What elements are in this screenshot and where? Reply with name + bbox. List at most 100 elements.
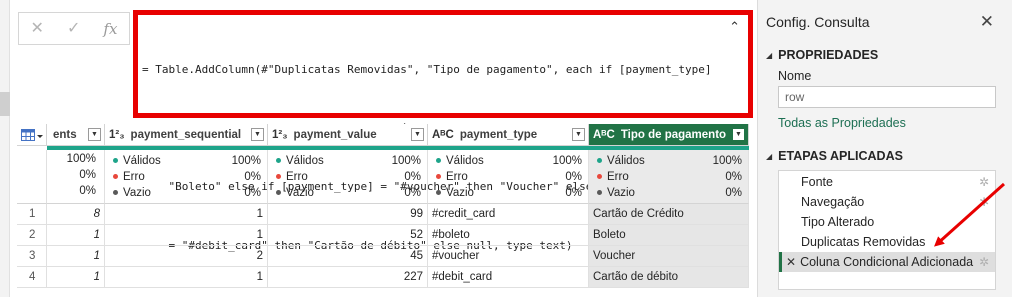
applied-step[interactable]: Navegação ✲ [779, 192, 995, 212]
quality-label: Vazio [446, 187, 474, 199]
quality-row: Vazio 0% [113, 185, 261, 201]
quality-label-group: Erro [276, 171, 308, 183]
quality-label-group: Vazio [276, 187, 314, 199]
chevron-up-icon[interactable]: ⌃ [729, 19, 740, 35]
column-name: payment_value [293, 128, 377, 141]
table-cell[interactable]: 99 [268, 204, 428, 225]
column-header[interactable]: ents ▼ [47, 124, 105, 146]
table-cell[interactable]: 8 [47, 204, 105, 225]
filter-dropdown-icon[interactable]: ▼ [732, 128, 745, 141]
formula-bar[interactable]: = Table.AddColumn(#"Duplicatas Removidas… [133, 10, 753, 252]
text-type-icon: AᴮC [432, 128, 454, 141]
column-quality: Válidos 100% Erro 0% Vazio 0% [428, 150, 589, 204]
quality-row: Erro 0% [436, 169, 582, 185]
row-number[interactable]: 2 [17, 225, 47, 246]
table-cell[interactable]: Cartão de Crédito [589, 204, 749, 225]
close-icon[interactable]: ✕ [980, 12, 994, 32]
all-properties-link[interactable]: Todas as Propriedades [778, 116, 906, 130]
navigator-handle[interactable] [0, 92, 10, 116]
quality-dot-icon [597, 190, 602, 196]
whole-number-icon: 1²₃ [272, 128, 288, 141]
table-cell[interactable]: #debit_card [428, 267, 589, 288]
properties-section-title[interactable]: ◢ PROPRIEDADES [766, 48, 878, 62]
gear-icon[interactable]: ✲ [979, 175, 989, 189]
column-header-selected[interactable]: AᴮC Tipo de pagamento ▼ [589, 124, 749, 146]
row-number[interactable]: 1 [17, 204, 47, 225]
column-header[interactable]: 1²₃ payment_value ▼ [268, 124, 428, 146]
table-cell[interactable]: #boleto [428, 225, 589, 246]
table-cell[interactable]: 1 [105, 204, 268, 225]
column-header[interactable]: 1²₃ payment_sequential ▼ [105, 124, 268, 146]
column-quality: Válidos 100% Erro 0% Vazio 0% [589, 150, 749, 204]
filter-dropdown-icon[interactable]: ▼ [411, 128, 424, 141]
quality-percent: 100% [231, 155, 261, 167]
table-cell[interactable]: 227 [268, 267, 428, 288]
table-cell[interactable]: 2 [105, 246, 268, 267]
quality-row: Vazio 0% [597, 185, 742, 201]
quality-dot-icon [436, 174, 441, 180]
check-icon[interactable]: ✓ [67, 20, 80, 37]
gear-icon[interactable]: ✲ [979, 255, 989, 269]
navigator-collapsed-strip[interactable] [0, 0, 10, 297]
table-cell[interactable]: 52 [268, 225, 428, 246]
quality-label-group: Válidos [436, 155, 484, 167]
table-cell[interactable]: 1 [105, 225, 268, 246]
collapse-triangle-icon: ◢ [766, 50, 773, 60]
query-name-input[interactable] [778, 86, 996, 108]
delete-step-icon[interactable]: ✕ [786, 255, 796, 269]
quality-dot-icon [113, 158, 118, 164]
table-cell[interactable]: Boleto [589, 225, 749, 246]
quality-label-group: Vazio [436, 187, 474, 199]
applied-step[interactable]: Fonte ✲ [779, 172, 995, 192]
quality-percent: 0% [565, 171, 582, 183]
table-cell[interactable]: #credit_card [428, 204, 589, 225]
table-cell[interactable]: 1 [47, 267, 105, 288]
quality-dot-icon [276, 158, 281, 164]
applied-steps-section-title[interactable]: ◢ ETAPAS APLICADAS [766, 149, 903, 163]
filter-dropdown-icon[interactable]: ▼ [88, 128, 101, 141]
row-number[interactable]: 4 [17, 267, 47, 288]
applied-step-label: Navegação [801, 195, 865, 209]
quality-label-group: Vazio [113, 187, 151, 199]
quality-label: Vazio [123, 187, 151, 199]
column-quality: Válidos 100% Erro 0% Vazio 0% [268, 150, 428, 204]
column-header[interactable]: AᴮC payment_type ▼ [428, 124, 589, 146]
quality-row: Válidos 100% [276, 153, 421, 169]
quality-label: Válidos [286, 155, 324, 167]
quality-dot-icon [276, 190, 281, 196]
quality-label-group: Válidos [597, 155, 645, 167]
quality-percent: 0% [244, 171, 261, 183]
table-cell[interactable]: 1 [105, 267, 268, 288]
applied-step[interactable]: ✕ Coluna Condicional Adicionada ✲ [779, 252, 995, 272]
applied-step-label: Tipo Alterado [801, 215, 875, 229]
table-cell[interactable]: Voucher [589, 246, 749, 267]
column-quality: Válidos 100% Erro 0% Vazio 0% [105, 150, 268, 204]
quality-percent: 0% [404, 171, 421, 183]
table-cell[interactable]: 1 [47, 225, 105, 246]
table-cell[interactable]: Cartão de débito [589, 267, 749, 288]
quality-dot-icon [436, 158, 441, 164]
table-cell[interactable]: 45 [268, 246, 428, 267]
quality-empty-pct: 0% [79, 185, 96, 197]
properties-title-text: PROPRIEDADES [778, 48, 879, 62]
row-number[interactable]: 3 [17, 246, 47, 267]
filter-dropdown-icon[interactable]: ▼ [251, 128, 264, 141]
close-icon[interactable]: ✕ [31, 20, 44, 37]
table-cell[interactable]: #voucher [428, 246, 589, 267]
applied-step[interactable]: Duplicatas Removidas [779, 232, 995, 252]
applied-step-label: Coluna Condicional Adicionada [800, 255, 974, 269]
fx-icon[interactable]: fx [103, 20, 117, 38]
quality-label: Válidos [123, 155, 161, 167]
gear-icon[interactable]: ✲ [979, 195, 989, 209]
quality-percent: 0% [725, 187, 742, 199]
table-menu-button[interactable] [17, 124, 47, 146]
quality-label: Erro [286, 171, 308, 183]
filter-dropdown-icon[interactable]: ▼ [572, 128, 585, 141]
steps-title-text: ETAPAS APLICADAS [778, 149, 903, 163]
applied-step[interactable]: Tipo Alterado [779, 212, 995, 232]
quality-percent: 0% [565, 187, 582, 199]
table-cell[interactable]: 1 [47, 246, 105, 267]
column-name: Tipo de pagamento [620, 128, 727, 141]
quality-label: Válidos [607, 155, 645, 167]
quality-row: Vazio 0% [436, 185, 582, 201]
